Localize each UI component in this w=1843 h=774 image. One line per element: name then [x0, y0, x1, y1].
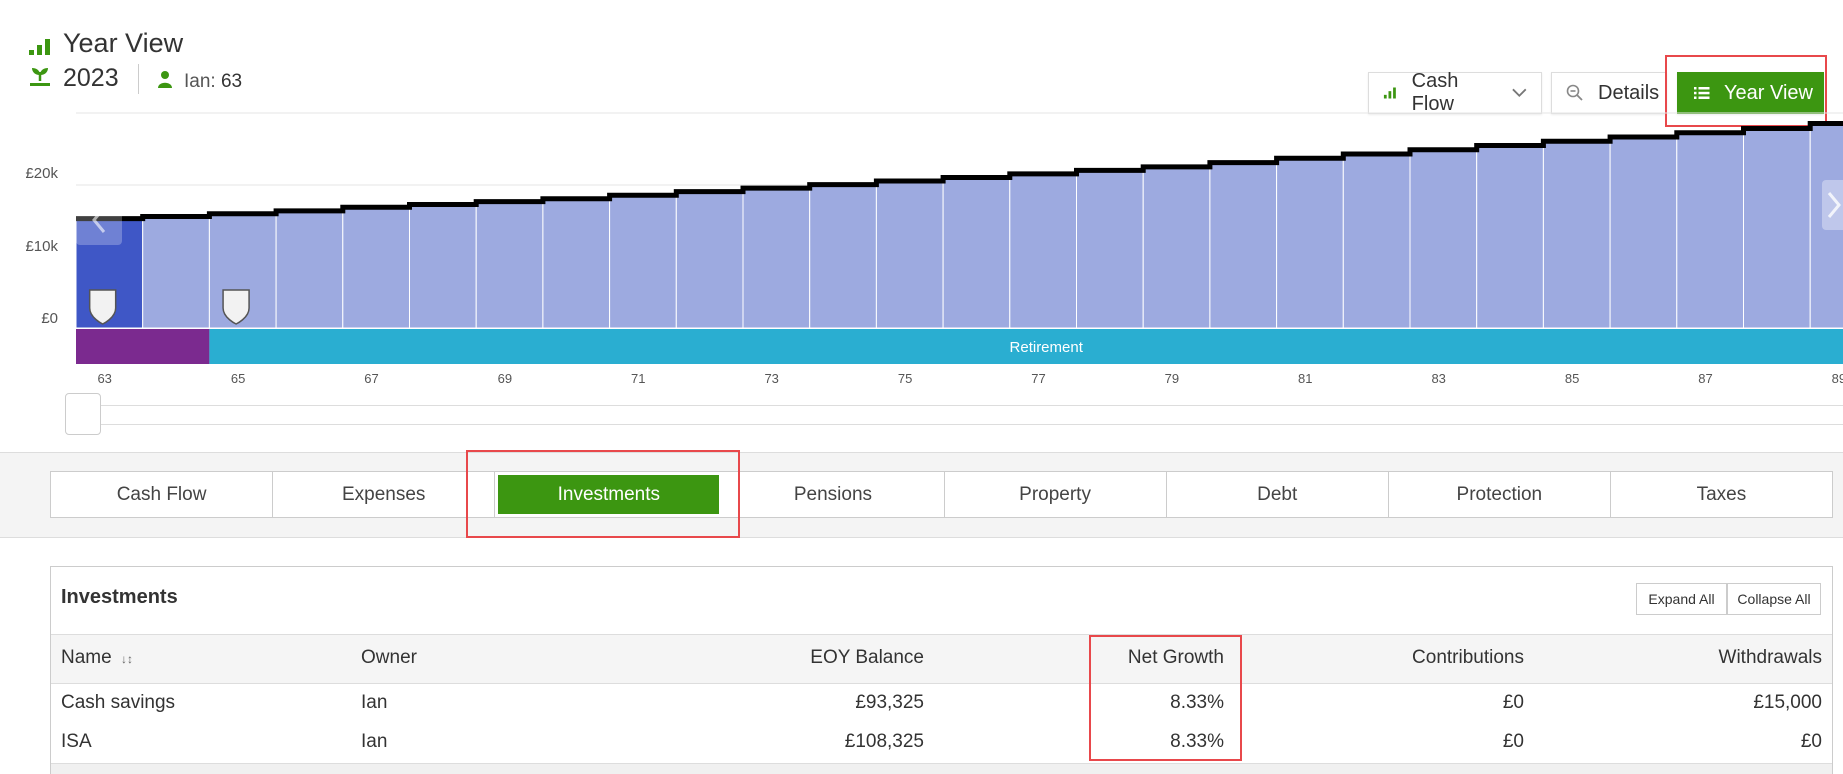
person-age: 63: [220, 71, 243, 92]
bar-age-71[interactable]: [609, 194, 677, 329]
page-title: Year View: [63, 28, 184, 58]
row-1-eoy-balance: £93,325: [855, 692, 924, 713]
y-tick-label: £10k: [25, 238, 58, 255]
chart-nav-left-arrow[interactable]: [76, 195, 122, 245]
phase-band-0: [76, 329, 210, 364]
tab-cash-flow[interactable]: Cash Flow: [51, 472, 274, 517]
row-2-owner: Ian: [361, 731, 388, 752]
x-tick-label: 77: [1031, 371, 1045, 386]
row-2-withdrawals: £0: [1800, 731, 1822, 752]
bar-age-72[interactable]: [675, 191, 744, 329]
person-name: Ian:: [184, 71, 216, 92]
bar-age-80[interactable]: [1209, 162, 1278, 329]
bar-age-77[interactable]: [1009, 173, 1077, 329]
sort-icon[interactable]: ↓↕: [121, 652, 133, 666]
bar-age-86[interactable]: [1609, 136, 1678, 329]
bar-age-73[interactable]: [742, 187, 811, 329]
x-tick-label: 63: [97, 371, 111, 386]
row-2-eoy-balance: £108,325: [844, 731, 924, 752]
person-age-label: Ian: 63: [184, 71, 242, 93]
sapling-icon: [30, 68, 50, 86]
row-2-name: ISA: [61, 731, 92, 752]
x-tick-label: 81: [1298, 371, 1312, 386]
y-tick-label: £0: [41, 310, 58, 327]
column-header-name[interactable]: Name ↓↕: [61, 647, 133, 669]
column-header-eoy-balance: EOY Balance: [810, 647, 924, 668]
details-button[interactable]: Details: [1551, 72, 1667, 114]
collapse-all-button[interactable]: Collapse All: [1727, 583, 1821, 615]
details-label: Details: [1598, 81, 1660, 104]
bar-age-74[interactable]: [809, 184, 877, 329]
bar-age-78[interactable]: [1076, 169, 1144, 329]
x-tick-label: 89: [1832, 371, 1843, 386]
bar-age-67[interactable]: [342, 206, 410, 329]
bar-chart-icon: [29, 39, 50, 55]
current-year: 2023: [63, 64, 119, 92]
tab-protection[interactable]: Protection: [1389, 472, 1611, 517]
column-header-withdrawals: Withdrawals: [1718, 647, 1822, 668]
x-tick-label: 75: [898, 371, 912, 386]
table-header: [51, 634, 1832, 684]
highlight-box-net-growth: [1089, 635, 1242, 761]
bar-age-84[interactable]: [1476, 145, 1544, 329]
cash-flow-dropdown[interactable]: Cash Flow: [1368, 70, 1542, 115]
column-header-owner: Owner: [361, 647, 417, 668]
row-1-owner: Ian: [361, 692, 388, 713]
tab-property[interactable]: Property: [945, 472, 1167, 517]
bar-age-69[interactable]: [475, 201, 544, 329]
investments-title: Investments: [61, 586, 178, 608]
x-tick-label: 83: [1431, 371, 1445, 386]
timeline-scroll-handle[interactable]: [65, 393, 101, 435]
bar-age-70[interactable]: [542, 198, 611, 329]
phase-bands: Retirement: [76, 329, 1843, 364]
tab-pensions[interactable]: Pensions: [722, 472, 945, 517]
x-tick-label: 71: [631, 371, 645, 386]
bar-age-85[interactable]: [1542, 140, 1611, 329]
highlight-box-investments-tab: [466, 450, 740, 538]
x-axis-labels: 63 65 67 69 71 73 75 77 79 81 83 85 87 89: [97, 371, 1843, 386]
bar-age-68[interactable]: [409, 203, 477, 329]
x-tick-label: 87: [1698, 371, 1712, 386]
chart-nav-right-arrow[interactable]: [1822, 180, 1843, 230]
bar-age-87[interactable]: [1676, 132, 1745, 329]
tab-taxes[interactable]: Taxes: [1611, 472, 1832, 517]
tab-expenses[interactable]: Expenses: [273, 472, 496, 517]
bar-age-66[interactable]: [275, 210, 344, 329]
person-icon: [158, 71, 172, 88]
x-tick-label: 79: [1165, 371, 1179, 386]
column-header-contributions: Contributions: [1412, 647, 1524, 668]
x-tick-label: 73: [764, 371, 778, 386]
zoom-out-icon: [1566, 84, 1583, 101]
y-tick-label: £20k: [25, 165, 58, 182]
expand-all-button[interactable]: Expand All: [1636, 583, 1727, 615]
bar-age-76[interactable]: [942, 176, 1011, 329]
table-footer: [51, 763, 1832, 774]
row-1-contributions: £0: [1502, 692, 1524, 713]
phase-label-retirement: Retirement: [1010, 339, 1084, 356]
bar-age-81[interactable]: [1276, 157, 1344, 329]
timeline-scrollbar[interactable]: [100, 405, 1843, 425]
row-1-withdrawals: £15,000: [1753, 692, 1822, 713]
bar-age-64[interactable]: [142, 216, 210, 329]
tab-debt[interactable]: Debt: [1167, 472, 1389, 517]
column-header-name-label: Name: [61, 647, 112, 668]
x-tick-label: 65: [231, 371, 245, 386]
row-2-contributions: £0: [1502, 731, 1524, 752]
bar-age-83[interactable]: [1409, 149, 1478, 329]
bar-age-75[interactable]: [875, 180, 944, 329]
bar-age-82[interactable]: [1342, 153, 1411, 329]
x-tick-label: 69: [498, 371, 512, 386]
chart-bars: [75, 123, 1843, 329]
y-axis-labels: £20k £10k £0: [25, 165, 58, 327]
chevron-down-icon: [1512, 88, 1527, 98]
bar-age-88[interactable]: [1743, 127, 1811, 329]
bar-age-79[interactable]: [1142, 166, 1211, 329]
x-tick-label: 67: [364, 371, 378, 386]
cash-flow-chart: Retirement £20k £10k £0 63 65 67 69 71 73 75 77 79…: [25, 112, 1843, 386]
row-1-name: Cash savings: [61, 692, 176, 713]
header-divider: [138, 64, 139, 94]
x-tick-label: 85: [1565, 371, 1579, 386]
bar-chart-icon: [1383, 87, 1396, 99]
section-tabs: Cash Flow Expenses Investments Pensions …: [50, 471, 1833, 518]
